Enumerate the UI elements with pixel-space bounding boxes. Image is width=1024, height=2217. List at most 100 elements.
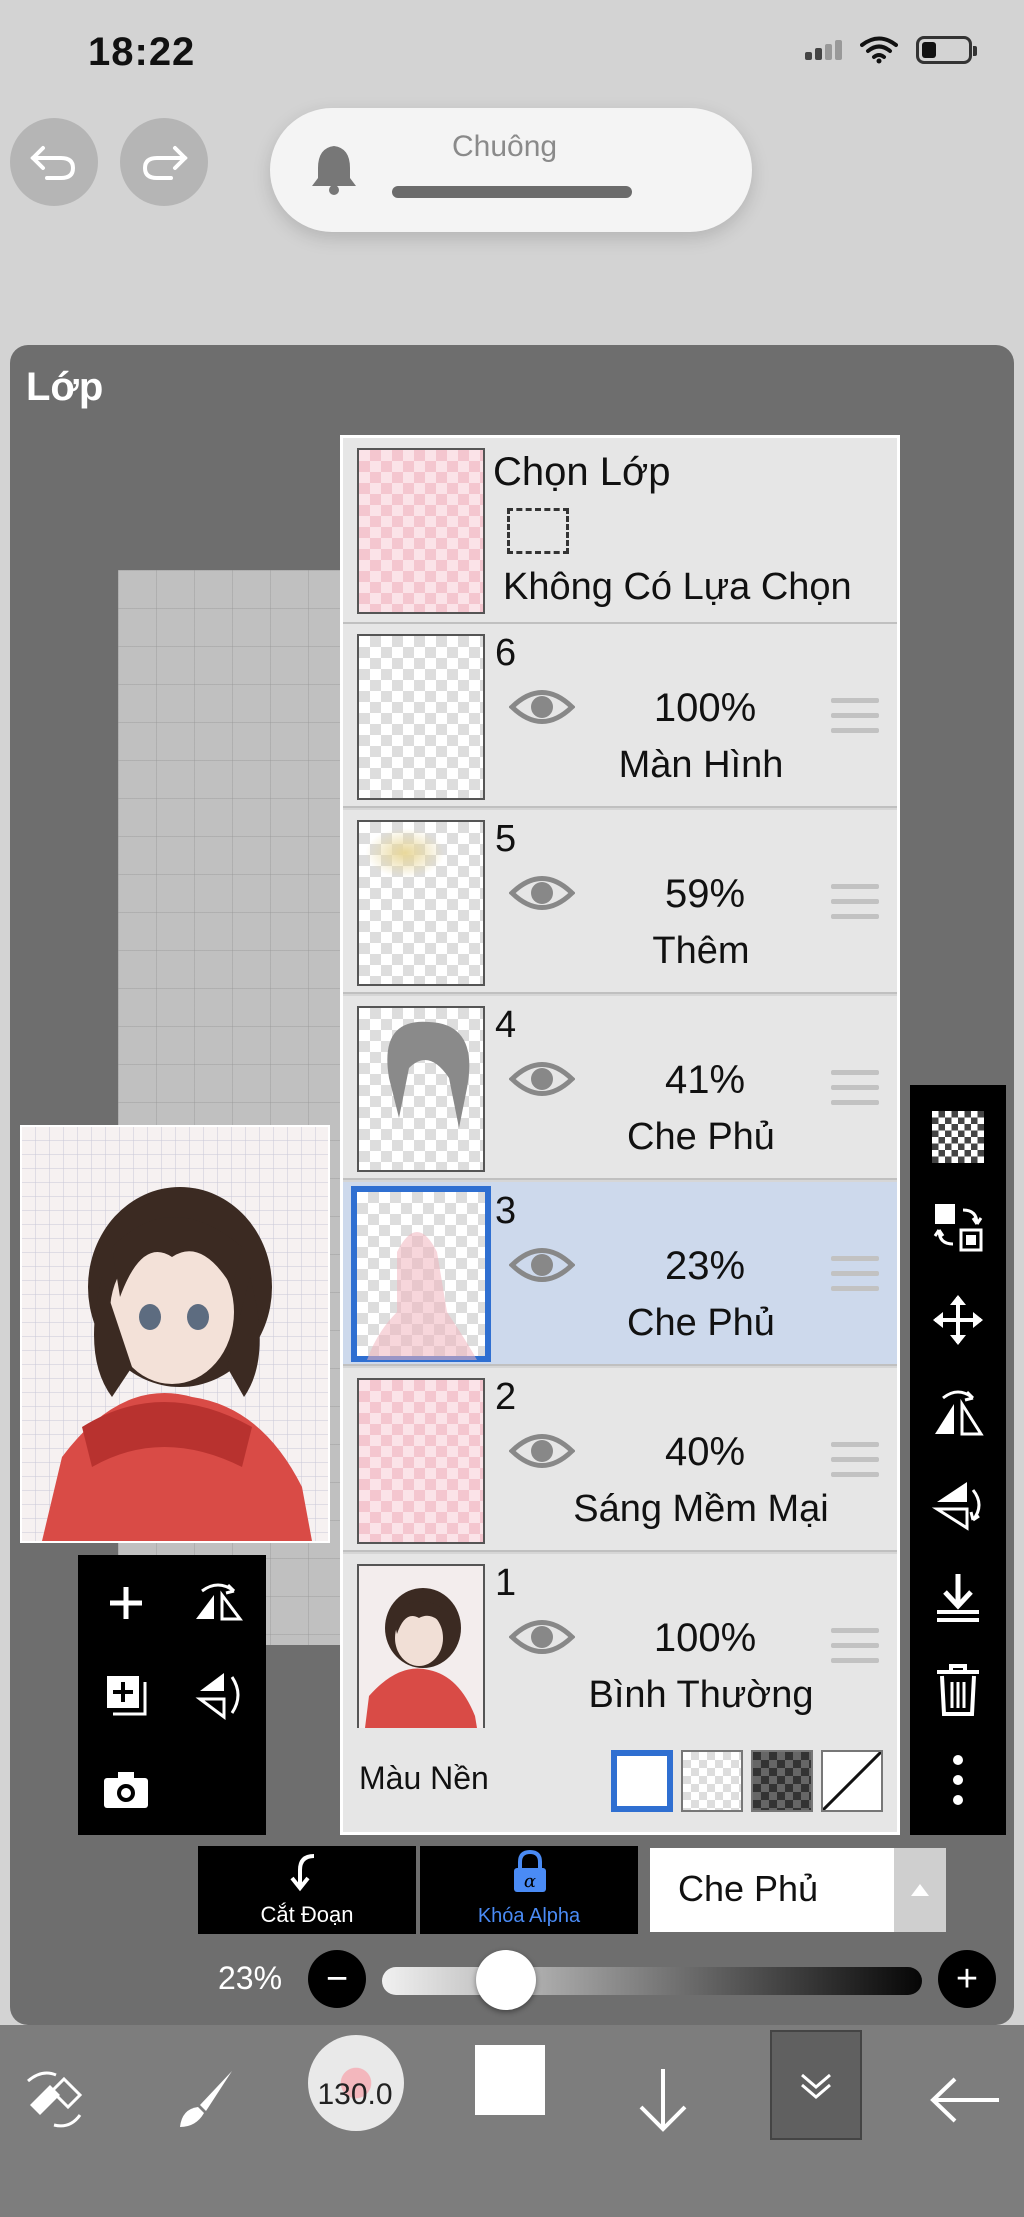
swap-layer-button[interactable]: [928, 1197, 988, 1257]
chevron-double-down-icon: [801, 2073, 831, 2099]
duplicate-layer-icon: [107, 1676, 147, 1716]
eye-icon[interactable]: [508, 1242, 576, 1293]
more-options-button[interactable]: [928, 1750, 988, 1810]
marquee-icon: [507, 508, 569, 554]
lock-alpha-icon: α: [514, 1850, 546, 1892]
layer-row-1[interactable]: 1 100% Bình Thường: [343, 1554, 897, 1738]
layer-number: 3: [495, 1190, 517, 1232]
flip-vertical-icon: [195, 1673, 240, 1720]
layer-thumbnail: [357, 1564, 485, 1730]
trash-icon: [937, 1664, 979, 1716]
volume-bar: [392, 186, 632, 198]
layer-opacity: 100%: [653, 686, 757, 730]
background-white-swatch[interactable]: [611, 1750, 673, 1812]
clipping-label: Cắt Đoạn: [260, 1902, 354, 1927]
layer-row-6[interactable]: 6 100% Màn Hình: [343, 624, 897, 808]
clip-arrow-icon: [290, 1854, 315, 1892]
status-icons: [805, 36, 977, 64]
layer-down-button[interactable]: [618, 2055, 708, 2145]
background-light-checker-swatch[interactable]: [681, 1750, 743, 1812]
drag-handle-icon[interactable]: [831, 884, 879, 929]
drag-handle-icon[interactable]: [831, 1442, 879, 1487]
background-dark-checker-swatch[interactable]: [751, 1750, 813, 1812]
panel-title: Lớp: [26, 365, 104, 409]
brush-tool-button[interactable]: [160, 2055, 250, 2145]
blend-mode-arrow-icon: [894, 1848, 946, 1932]
artwork-preview: [20, 1125, 330, 1543]
layer-blend-mode: Bình Thường: [588, 1674, 814, 1716]
layer-blend-mode: Che Phủ: [627, 1116, 775, 1158]
merge-down-button[interactable]: [928, 1567, 988, 1627]
wifi-icon: [860, 36, 898, 64]
flip-horizontal-button[interactable]: [188, 1573, 248, 1633]
background-transparent-swatch[interactable]: [821, 1750, 883, 1812]
opacity-decrease-button[interactable]: −: [308, 1950, 366, 2008]
selection-title: Chọn Lớp: [493, 450, 671, 494]
drag-handle-icon[interactable]: [831, 1070, 879, 1115]
layer-row-2[interactable]: 2 40% Sáng Mềm Mại: [343, 1368, 897, 1552]
selection-layer-row[interactable]: Chọn Lớp Không Có Lựa Chọn: [343, 438, 897, 624]
layer-blend-mode: Sáng Mềm Mại: [573, 1488, 829, 1530]
eye-icon[interactable]: [508, 684, 576, 735]
blend-mode-value: Che Phủ: [678, 1868, 819, 1909]
layer-number: 4: [495, 1004, 517, 1046]
drag-handle-icon[interactable]: [831, 1256, 879, 1301]
notification-title: Chuông: [452, 130, 558, 163]
alpha-lock-button[interactable]: α Khóa Alpha: [420, 1846, 638, 1934]
layer-tools-right: [910, 1085, 1006, 1835]
cellular-signal-icon: [805, 40, 842, 60]
bell-icon: [312, 146, 356, 195]
brush-size-value: 130.0: [317, 2078, 393, 2111]
color-swatch-button[interactable]: [475, 2045, 545, 2115]
move-button[interactable]: [928, 1290, 988, 1350]
add-layer-button[interactable]: [96, 1573, 156, 1633]
eye-icon[interactable]: [508, 870, 576, 921]
opacity-slider-thumb[interactable]: [476, 1950, 537, 2010]
undo-button[interactable]: [10, 118, 98, 206]
layer-thumbnail: [351, 1186, 491, 1362]
layer-blend-mode: Thêm: [652, 930, 750, 972]
flip-horizontal-icon: [935, 1390, 984, 1436]
status-time: 18:22: [88, 30, 196, 74]
layer-blend-mode: Màn Hình: [618, 744, 784, 786]
ringer-notification: Chuông: [270, 108, 752, 232]
eye-icon[interactable]: [508, 1056, 576, 1107]
transform-tool-button[interactable]: [10, 2055, 100, 2145]
drag-handle-icon[interactable]: [831, 698, 879, 743]
layer-blend-mode: Che Phủ: [627, 1302, 775, 1344]
layer-row-4[interactable]: 4 41% Che Phủ: [343, 996, 897, 1180]
layers-list: Chọn Lớp Không Có Lựa Chọn 6 100% Màn Hình…: [340, 435, 900, 1835]
duplicate-layer-button[interactable]: [96, 1665, 156, 1725]
transparent-fill-button[interactable]: [928, 1107, 988, 1167]
flip-vertical-right-button[interactable]: [928, 1475, 988, 1535]
arrow-down-icon: [639, 2069, 687, 2132]
opacity-slider-track[interactable]: [382, 1967, 922, 1995]
layer-number: 5: [495, 818, 517, 860]
flip-vertical-icon: [931, 1482, 981, 1531]
layer-row-3[interactable]: 3 23% Che Phủ: [343, 1182, 897, 1366]
opacity-value: 23%: [218, 1960, 283, 1996]
drag-handle-icon[interactable]: [831, 1628, 879, 1673]
eye-icon[interactable]: [508, 1428, 576, 1479]
layer-number: 6: [495, 632, 517, 674]
redo-button[interactable]: [120, 118, 208, 206]
undo-icon: [30, 146, 76, 180]
background-label: Màu Nền: [359, 1760, 489, 1796]
delete-layer-button[interactable]: [928, 1660, 988, 1720]
flip-vertical-button[interactable]: [188, 1665, 248, 1725]
back-button[interactable]: [920, 2055, 1010, 2145]
layer-row-5[interactable]: 5 59% Thêm: [343, 810, 897, 994]
blend-mode-select[interactable]: Che Phủ: [650, 1848, 946, 1932]
collapse-panel-button[interactable]: [770, 2030, 862, 2140]
layer-opacity: 100%: [653, 1616, 757, 1660]
flip-horizontal-right-button[interactable]: [928, 1383, 988, 1443]
clipping-button[interactable]: Cắt Đoạn: [198, 1846, 416, 1934]
checker-icon: [932, 1111, 984, 1163]
eye-icon[interactable]: [508, 1614, 576, 1665]
minus-icon: −: [325, 1957, 349, 2000]
layer-thumbnail: [357, 634, 485, 800]
camera-button[interactable]: [96, 1760, 156, 1820]
arrow-left-icon: [930, 2077, 999, 2123]
opacity-increase-button[interactable]: +: [938, 1950, 996, 2008]
merge-down-icon: [937, 1574, 979, 1622]
